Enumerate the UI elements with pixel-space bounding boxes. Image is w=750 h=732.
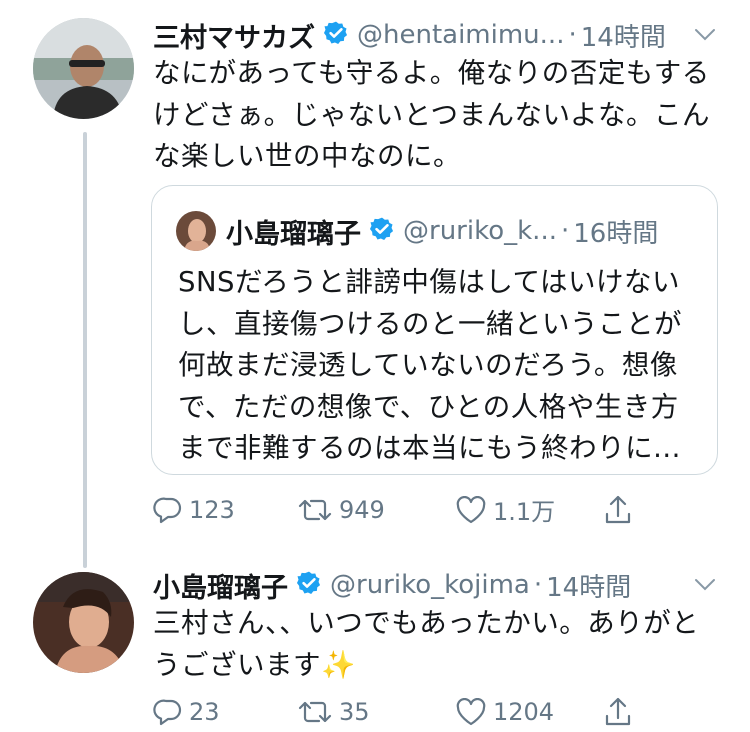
like-count: 1.1万 bbox=[493, 498, 556, 526]
tweet1-timestamp[interactable]: 14時間 bbox=[581, 17, 666, 54]
verified-badge-icon bbox=[296, 570, 322, 600]
reply-icon bbox=[153, 699, 182, 726]
quoted-tweet-header: 小島瑠璃子 @ruriko_k... · 16時間 bbox=[226, 211, 658, 251]
retweet-icon bbox=[298, 701, 332, 723]
retweet-icon bbox=[298, 499, 332, 520]
reply-count: 123 bbox=[189, 495, 235, 524]
tweet2-timestamp[interactable]: 14時間 bbox=[546, 567, 631, 604]
reply-button[interactable]: 123 bbox=[153, 496, 297, 524]
share-button[interactable] bbox=[603, 696, 639, 728]
tweet1-text: なにがあっても守るよ。俺なりの否定もするけどさぁ。じゃないとつまんないよな。こん… bbox=[153, 57, 710, 172]
chevron-down-icon[interactable] bbox=[694, 577, 716, 596]
like-count: 1204 bbox=[493, 698, 555, 726]
quoted-display-name: 小島瑠璃子 bbox=[226, 218, 361, 250]
chevron-down-icon[interactable] bbox=[694, 27, 716, 46]
retweet-button[interactable]: 35 bbox=[297, 698, 455, 726]
like-button[interactable]: 1.1万 bbox=[455, 492, 603, 527]
quoted-handle: @ruriko_k... bbox=[403, 216, 557, 246]
share-icon bbox=[605, 495, 631, 523]
share-button[interactable] bbox=[603, 494, 639, 526]
quoted-timestamp: 16時間 bbox=[573, 218, 659, 249]
retweet-button[interactable]: 949 bbox=[297, 496, 455, 524]
quoted-separator: · bbox=[560, 216, 570, 246]
retweet-count: 35 bbox=[339, 698, 370, 726]
quoted-tweet-text: SNSだろうと誹謗中傷はしてはいけないし、直接傷つけるのと一緒ということが何故ま… bbox=[178, 266, 682, 464]
quoted-tweet-card[interactable]: 小島瑠璃子 @ruriko_k... · 16時間 SNSだろうと誹謗中傷はして… bbox=[151, 185, 718, 475]
tweet1-action-bar: 123 949 1.1万 bbox=[153, 492, 639, 527]
tweet2-handle[interactable]: @ruriko_kojima bbox=[330, 570, 530, 600]
verified-badge-icon bbox=[323, 20, 349, 50]
retweet-count: 949 bbox=[339, 495, 385, 524]
avatar-mimura[interactable] bbox=[33, 18, 134, 119]
like-button[interactable]: 1204 bbox=[455, 698, 603, 726]
thread-connector-line bbox=[83, 132, 87, 568]
tweet1-handle[interactable]: @hentaimimu... bbox=[357, 20, 564, 50]
reply-button[interactable]: 23 bbox=[153, 698, 297, 726]
reply-icon bbox=[153, 497, 182, 523]
tweet2-separator: · bbox=[533, 570, 543, 600]
heart-icon bbox=[456, 698, 486, 726]
avatar-kojima[interactable] bbox=[33, 572, 134, 673]
tweet2-text: 三村さん、、いつでもあったかい。ありがとうございます✨ bbox=[153, 607, 700, 681]
tweet2-action-bar: 23 35 1204 bbox=[153, 696, 639, 728]
tweet2-header: 小島瑠璃子 @ruriko_kojima · 14時間 bbox=[153, 566, 631, 604]
tweet1-display-name[interactable]: 三村マサカズ bbox=[153, 16, 315, 55]
reply-count: 23 bbox=[189, 698, 220, 726]
verified-badge-icon bbox=[369, 216, 395, 246]
tweet2-display-name[interactable]: 小島瑠璃子 bbox=[153, 566, 288, 605]
heart-icon bbox=[456, 495, 486, 523]
quoted-avatar-kojima bbox=[176, 211, 216, 251]
share-icon bbox=[605, 697, 631, 726]
tweet1-separator: · bbox=[568, 20, 577, 50]
tweet1-header: 三村マサカズ @hentaimimu... · 14時間 bbox=[153, 16, 666, 54]
